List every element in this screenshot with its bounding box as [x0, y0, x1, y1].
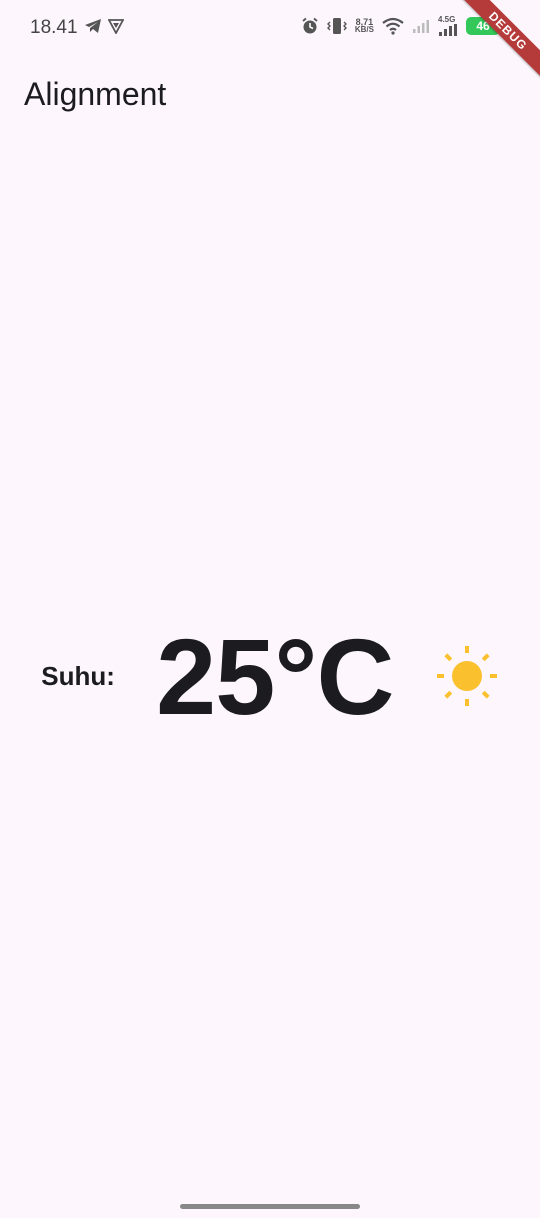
status-left-icons: [84, 18, 124, 34]
mobile-signal: 4.5G: [438, 16, 458, 36]
telegram-icon: [84, 18, 102, 34]
network-type: 4.5G: [438, 15, 456, 24]
page-title: Alignment: [24, 76, 167, 112]
temperature-label: Suhu:: [41, 660, 115, 691]
app-screen: 18.41 8,71 KB/S 4.5G 46 DEBUG Alignment …: [0, 0, 540, 1218]
wifi-icon: [382, 17, 404, 35]
sun-icon: [435, 644, 499, 708]
status-time: 18.41: [30, 17, 78, 38]
signal-strong-icon: [439, 24, 457, 36]
signal-weak-icon: [412, 19, 430, 33]
vibrate-icon: [326, 17, 347, 35]
vpn-shield-icon: [108, 18, 124, 34]
network-speed-unit: KB/S: [354, 25, 374, 34]
status-bar: 18.41 8,71 KB/S 4.5G 46: [0, 0, 540, 58]
network-speed: 8,71 KB/S: [355, 18, 374, 34]
status-right-icons: 8,71 KB/S 4.5G 46: [301, 16, 500, 36]
home-indicator[interactable]: [180, 1204, 360, 1209]
alarm-icon: [301, 17, 319, 35]
temperature-value: 25°C: [156, 615, 394, 737]
temperature-row: Suhu: 25°C: [0, 616, 540, 737]
